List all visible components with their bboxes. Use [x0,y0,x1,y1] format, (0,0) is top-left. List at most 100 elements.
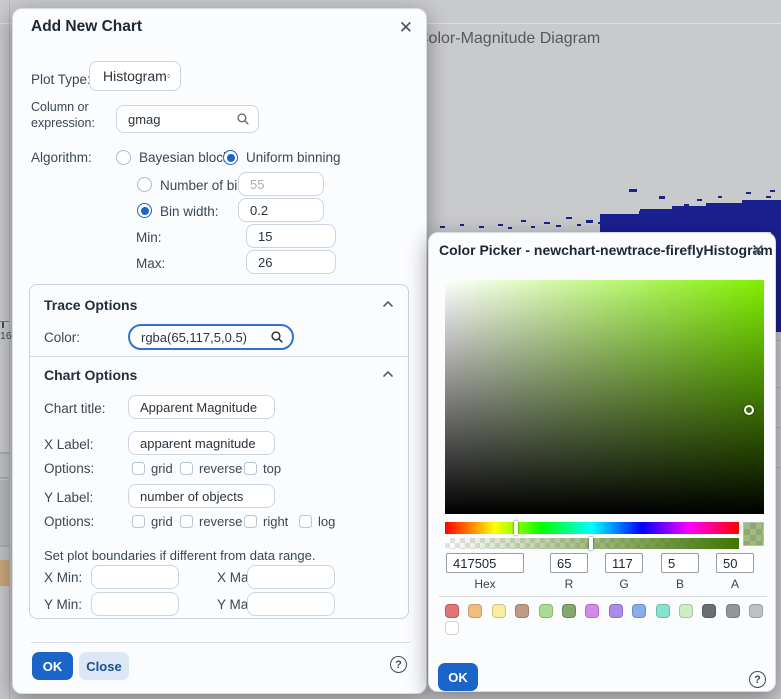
color-swatch[interactable] [702,604,717,618]
saturation-cursor[interactable] [744,404,754,415]
y-grid-checkbox[interactable] [132,515,145,528]
scatter-mark [479,226,484,228]
scatter-mark [754,216,759,218]
x-grid-checkbox[interactable] [132,462,145,475]
y-reverse-checkbox[interactable] [180,515,193,528]
g-input[interactable] [605,553,643,573]
y-min-input[interactable] [91,592,179,616]
color-swatch[interactable] [491,604,506,618]
x-top-label: top [263,461,282,476]
y-min-label: Y Min: [44,597,83,612]
close-icon[interactable]: ✕ [751,242,765,259]
search-icon[interactable] [236,112,250,126]
collapse-chevron-icon[interactable] [382,300,394,308]
dialog-drag-handle[interactable]: Add New Chart ✕ [13,9,426,43]
color-picker-search-icon[interactable] [270,330,284,344]
color-picker-title: Color Picker - newchart-newtrace-firefly… [439,242,773,258]
color-picker-dialog: Color Picker - newchart-newtrace-firefly… [428,232,776,692]
scatter-mark [586,220,593,223]
y-right-label: right [263,514,289,529]
uniform-binning-radio[interactable] [223,150,238,165]
hue-slider[interactable] [445,521,739,535]
chart-title-input[interactable] [128,395,275,419]
dialog-drag-handle[interactable]: Color Picker - newchart-newtrace-firefly… [429,233,775,267]
x-top-checkbox[interactable] [244,462,257,475]
y-grid-label: grid [151,514,173,529]
scatter-mark [700,215,706,218]
min-input[interactable] [246,224,336,248]
color-swatch[interactable] [445,621,459,635]
help-icon[interactable]: ? [749,671,766,688]
scatter-mark [598,222,603,224]
scatter-mark [670,218,675,220]
alpha-marker[interactable] [588,537,593,550]
color-swatch[interactable] [655,604,670,618]
y-reverse-label: reverse [199,514,243,529]
r-input[interactable] [550,553,588,573]
max-input[interactable] [246,250,336,274]
hex-label: Hex [474,577,496,591]
alpha-slider[interactable] [445,537,739,550]
scatter-mark [460,224,464,226]
help-icon[interactable]: ? [390,656,407,673]
scatter-mark [498,224,503,226]
y-label-input[interactable] [128,484,275,508]
scatter-mark [606,218,611,220]
saturation-brightness-area[interactable] [445,280,764,514]
ok-button[interactable]: OK [32,652,73,680]
color-label: Color: [44,330,81,345]
scatter-mark [770,190,775,192]
hue-marker[interactable] [513,521,518,535]
bin-width-input[interactable] [238,198,324,222]
plot-type-value: Histogram [103,68,167,84]
x-max-input[interactable] [247,565,335,589]
scatter-mark [766,196,771,198]
y-max-wrap [247,592,335,616]
y-max-input[interactable] [247,592,335,616]
hex-input[interactable] [446,553,524,573]
color-swatch[interactable] [561,604,576,618]
color-swatch[interactable] [445,604,459,618]
y-label-label: Y Label: [44,490,94,505]
color-swatch[interactable] [632,604,647,618]
x-label-wrap [128,431,275,455]
color-swatch[interactable] [608,604,623,618]
x-options-label: Options: [44,461,95,476]
plot-type-select[interactable]: Histogram [89,61,181,91]
color-swatch[interactable] [725,604,740,618]
collapse-chevron-icon[interactable] [382,370,394,378]
color-swatch[interactable] [749,604,764,618]
y-right-checkbox[interactable] [244,515,257,528]
dialog-title: Add New Chart [31,18,143,35]
section-divider [30,356,408,357]
color-swatch[interactable] [585,604,600,618]
bayesian-blocks-radio[interactable] [116,150,131,165]
b-input[interactable] [661,553,699,573]
a-input[interactable] [716,553,754,573]
scatter-mark [659,196,665,199]
uniform-binning-label: Uniform binning [246,150,341,165]
number-of-bins-wrap [238,172,324,196]
ok-button[interactable]: OK [438,663,478,691]
scatter-mark [757,200,761,202]
x-reverse-checkbox[interactable] [180,462,193,475]
color-swatch[interactable] [515,604,530,618]
color-swatch[interactable] [678,604,693,618]
x-min-input[interactable] [91,565,179,589]
close-icon[interactable]: ✕ [399,19,413,36]
number-of-bins-input[interactable] [238,172,324,196]
close-button[interactable]: Close [79,652,129,680]
y-options-label: Options: [44,514,95,529]
color-input-wrap [128,324,294,350]
bin-width-label: Bin width: [160,204,219,219]
bin-width-radio[interactable] [137,203,152,218]
scatter-mark [639,211,645,214]
y-log-checkbox[interactable] [299,515,312,528]
color-swatch[interactable] [468,604,483,618]
x-min-wrap [91,565,179,589]
color-swatch[interactable] [538,604,553,618]
min-wrap [246,224,336,248]
scatter-mark [690,210,694,212]
x-label-input[interactable] [128,431,275,455]
number-of-bins-radio[interactable] [137,177,152,192]
